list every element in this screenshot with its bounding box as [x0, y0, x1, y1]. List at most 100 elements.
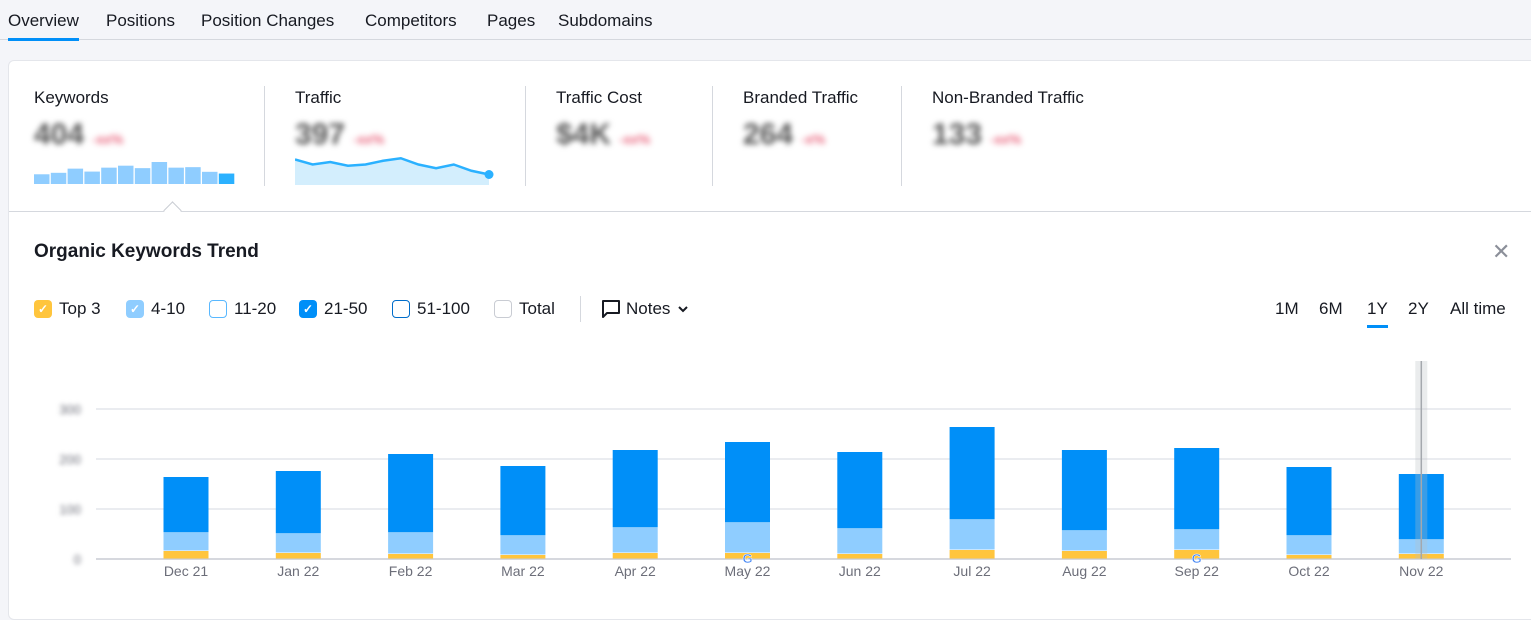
filter-11-20[interactable]: 11-20 — [209, 299, 276, 319]
filter-label: 11-20 — [234, 299, 277, 318]
tab-positions[interactable]: Positions — [106, 11, 175, 31]
metric-label: Traffic Cost — [556, 88, 642, 107]
tab-overview[interactable]: Overview — [8, 11, 79, 41]
bar-segment-top-3 — [1061, 551, 1107, 559]
metric-change: -xx% — [619, 131, 651, 147]
sparkline-bar — [67, 168, 84, 184]
metric-branded-traffic[interactable]: Branded Traffic 264 -x% — [743, 88, 858, 151]
bar-segment-21-50 — [725, 442, 770, 523]
organic-keywords-chart[interactable]: 0 100 200 300 Dec 21 Jan 22 Feb 22 Mar 22 Apr 22… — [9, 351, 1531, 611]
bar-segment-top-3 — [388, 554, 434, 559]
checkbox-checked-icon[interactable]: ✓ — [34, 300, 52, 318]
sparkline-bar — [134, 168, 151, 184]
divider — [712, 86, 713, 186]
sparkline-bar — [50, 172, 67, 184]
y-tick-label: 100 — [59, 502, 81, 517]
bar-segment-4-10 — [1174, 530, 1220, 550]
notes-label: Notes — [626, 299, 671, 318]
range-1m[interactable]: 1M — [1275, 299, 1299, 319]
range-2y[interactable]: 2Y — [1408, 299, 1429, 319]
filter-label: 21-50 — [324, 299, 368, 318]
tab-position-changes[interactable]: Position Changes — [201, 11, 334, 31]
metric-change: -xx% — [92, 131, 124, 147]
sparkline-bar — [202, 171, 218, 184]
bar-segment-21-50 — [1286, 467, 1332, 536]
x-tick-label: Nov 22 — [1399, 563, 1444, 579]
filter-label: Total — [519, 299, 555, 318]
x-tick-label: Feb 22 — [389, 563, 433, 579]
sparkline-bar — [168, 167, 184, 184]
metric-label: Keywords — [34, 88, 109, 107]
tab-pages[interactable]: Pages — [487, 11, 535, 31]
google-update-icon: G — [1192, 551, 1202, 566]
close-icon[interactable]: ✕ — [1492, 239, 1510, 265]
report-tabs: Overview Positions Position Changes Comp… — [0, 0, 1531, 41]
checkbox-empty-icon[interactable] — [209, 300, 227, 318]
bar-segment-21-50 — [1061, 450, 1107, 531]
metric-keywords[interactable]: Keywords 404 -xx% — [34, 88, 123, 151]
metric-value: $4K — [556, 118, 612, 151]
divider — [580, 296, 581, 322]
tab-subdomains[interactable]: Subdomains — [558, 11, 653, 31]
x-tick-label: Dec 21 — [164, 563, 209, 579]
x-tick-label: Mar 22 — [501, 563, 545, 579]
filter-top-3[interactable]: ✓ Top 3 — [34, 299, 101, 319]
tab-competitors[interactable]: Competitors — [365, 11, 457, 31]
x-tick-label: Jan 22 — [277, 563, 319, 579]
metric-value: 404 — [34, 118, 85, 151]
metric-change: -xx% — [353, 131, 385, 147]
bar-segment-21-50 — [163, 477, 209, 533]
y-tick-label: 300 — [59, 402, 81, 417]
checkbox-checked-icon[interactable]: ✓ — [126, 300, 144, 318]
bar-segment-4-10 — [1286, 536, 1332, 555]
filter-total[interactable]: Total — [494, 299, 555, 319]
chart-title: Organic Keywords Trend — [34, 241, 259, 262]
checkbox-empty-icon[interactable] — [392, 300, 410, 318]
sparkline-bar — [118, 165, 134, 184]
sparkline-bar — [151, 162, 168, 184]
bar-segment-4-10 — [949, 520, 995, 550]
bar-segment-top-3 — [837, 554, 883, 559]
overview-card: Keywords 404 -xx% Traffic 397 -xx% Traffic… — [8, 60, 1531, 620]
range-1y[interactable]: 1Y — [1367, 299, 1388, 328]
filter-21-50[interactable]: ✓ 21-50 — [299, 299, 367, 319]
filter-4-10[interactable]: ✓ 4-10 — [126, 299, 185, 319]
chevron-down-icon — [678, 306, 689, 313]
range-all-time[interactable]: All time — [1450, 299, 1506, 319]
x-tick-label: Aug 22 — [1062, 563, 1107, 579]
bar-segment-21-50 — [949, 427, 995, 520]
bar-segment-top-3 — [612, 553, 658, 559]
y-tick-label: 0 — [74, 552, 81, 567]
divider — [9, 211, 1531, 212]
metric-label: Non-Branded Traffic — [932, 88, 1084, 107]
bar-segment-21-50 — [275, 471, 321, 534]
google-update-icon: G — [742, 551, 752, 566]
bar-segment-top-3 — [1286, 555, 1332, 559]
bar-segment-top-3 — [949, 550, 995, 559]
metric-value: 133 — [932, 118, 983, 151]
bar-segment-top-3 — [275, 553, 321, 559]
bar-segment-4-10 — [725, 523, 770, 553]
bar-segment-4-10 — [612, 528, 658, 553]
metric-label: Traffic — [295, 88, 342, 107]
bar-segment-top-3 — [163, 551, 209, 559]
notes-dropdown[interactable]: Notes — [601, 299, 690, 319]
checkbox-empty-icon[interactable] — [494, 300, 512, 318]
checkbox-checked-icon[interactable]: ✓ — [299, 300, 317, 318]
x-tick-label: Oct 22 — [1288, 563, 1329, 579]
filter-label: 4-10 — [151, 299, 186, 318]
divider — [901, 86, 902, 186]
bar-segment-21-50 — [612, 450, 658, 528]
metric-change: -xx% — [990, 131, 1022, 147]
bar-segment-21-50 — [837, 452, 883, 529]
metric-traffic[interactable]: Traffic 397 -xx% — [295, 88, 384, 151]
range-6m[interactable]: 6M — [1319, 299, 1343, 319]
traffic-sparkline — [295, 156, 494, 185]
bar-segment-4-10 — [500, 536, 546, 555]
filter-51-100[interactable]: 51-100 — [392, 299, 470, 319]
keywords-sparkline — [34, 162, 235, 184]
metric-non-branded-traffic[interactable]: Non-Branded Traffic 133 -xx% — [932, 88, 1084, 151]
selected-metric-caret — [163, 201, 182, 220]
metric-value: 397 — [295, 118, 346, 151]
metric-traffic-cost[interactable]: Traffic Cost $4K -xx% — [556, 88, 650, 151]
